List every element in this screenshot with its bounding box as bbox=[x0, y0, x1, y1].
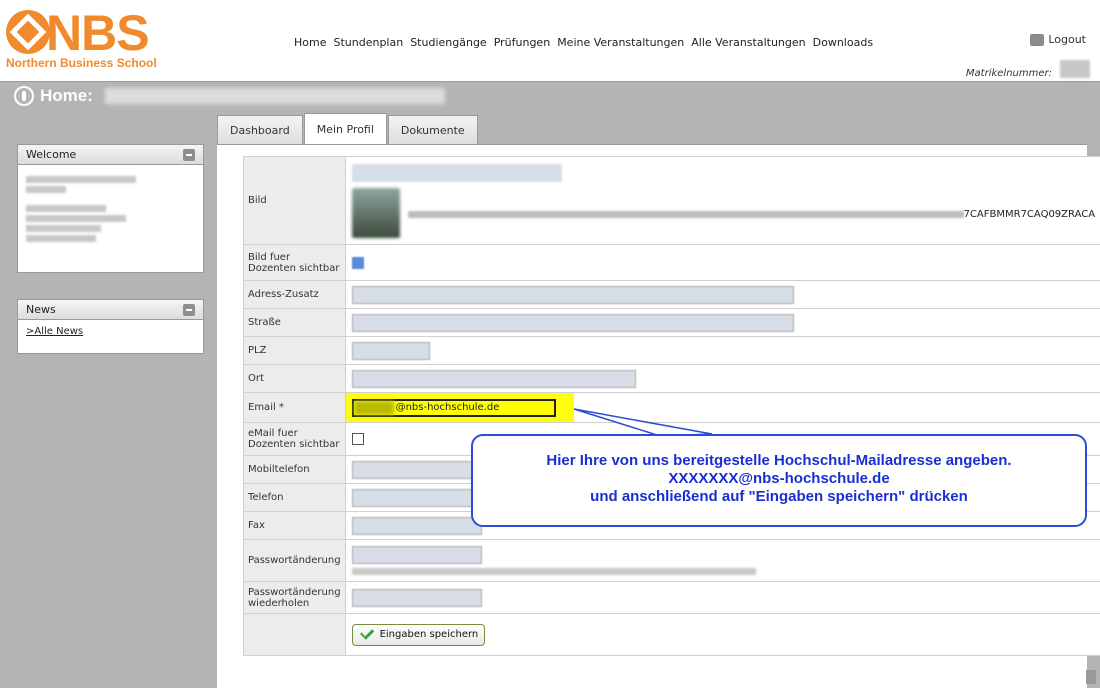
alle-news-link[interactable]: >Alle News bbox=[26, 326, 83, 337]
email-local-part-redacted bbox=[353, 400, 394, 415]
header: NBS Northern Business School Home Stunde… bbox=[0, 0, 1100, 82]
callout-line-2: XXXXXXX@nbs-hochschule.de bbox=[668, 470, 890, 487]
page-title-text: Home: bbox=[40, 86, 93, 105]
fax-input[interactable] bbox=[351, 516, 482, 535]
label-bild-sichtbar: Bild fuer Dozenten sichtbar bbox=[243, 244, 346, 281]
bild-cell: 7CAFBMMR7CAQ09ZRACA bbox=[344, 156, 1100, 245]
label-strasse: Straße bbox=[243, 308, 346, 337]
main-nav: Home Stundenplan Studiengänge Prüfungen … bbox=[294, 36, 873, 49]
plz-cell bbox=[344, 336, 1100, 365]
callout-line-1: Hier Ihre von uns bereitgestelle Hochsch… bbox=[546, 452, 1012, 469]
tab-dokumente[interactable]: Dokumente bbox=[387, 115, 478, 144]
mobil-input[interactable] bbox=[351, 460, 482, 479]
profile-tabs: Dashboard Mein Profil Dokumente bbox=[217, 113, 479, 144]
checkmark-icon bbox=[359, 629, 375, 641]
welcome-box: Welcome bbox=[17, 144, 204, 273]
label-mobil: Mobiltelefon bbox=[243, 455, 346, 484]
nav-alle-veranstaltungen[interactable]: Alle Veranstaltungen bbox=[691, 36, 805, 49]
label-passwort-wdh: Passwortänderung wiederholen bbox=[243, 581, 346, 614]
news-box-body: >Alle News bbox=[18, 320, 203, 341]
save-cell: Eingaben speichern bbox=[344, 613, 1100, 656]
tab-mein-profil[interactable]: Mein Profil bbox=[303, 113, 387, 144]
news-box: News >Alle News bbox=[17, 299, 204, 354]
profile-picture bbox=[351, 187, 400, 238]
profile-panel: Bild 7CAFBMMR7CAQ09ZRACA Bild fuer Dozen… bbox=[217, 144, 1100, 688]
label-bild: Bild bbox=[243, 156, 346, 245]
nav-meine-veranstaltungen[interactable]: Meine Veranstaltungen bbox=[557, 36, 684, 49]
nav-downloads[interactable]: Downloads bbox=[813, 36, 873, 49]
redacted-line bbox=[26, 205, 106, 212]
label-email: Email * bbox=[243, 392, 346, 423]
callout-line-3: und anschließend auf "Eingaben speichern… bbox=[590, 488, 968, 505]
news-box-title: News bbox=[26, 303, 56, 316]
file-upload-redacted[interactable] bbox=[351, 163, 562, 182]
strasse-cell bbox=[344, 308, 1100, 337]
label-plz: PLZ bbox=[243, 336, 346, 365]
nav-pruefungen[interactable]: Prüfungen bbox=[494, 36, 550, 49]
minimize-icon[interactable] bbox=[183, 303, 195, 316]
info-icon bbox=[14, 86, 34, 106]
tab-dashboard[interactable]: Dashboard bbox=[217, 115, 303, 144]
welcome-box-body bbox=[18, 165, 203, 253]
label-fax: Fax bbox=[243, 511, 346, 540]
image-code: 7CAFBMMR7CAQ09ZRACA bbox=[407, 209, 1095, 220]
redacted-line bbox=[26, 235, 96, 242]
telefon-input[interactable] bbox=[351, 488, 482, 507]
label-ort: Ort bbox=[243, 364, 346, 393]
label-telefon: Telefon bbox=[243, 483, 346, 512]
bild-sichtbar-cell bbox=[344, 244, 1100, 281]
plz-input[interactable] bbox=[351, 341, 430, 360]
redacted-line bbox=[26, 176, 136, 183]
page-title: Home: bbox=[14, 86, 445, 106]
instruction-callout: Hier Ihre von uns bereitgestelle Hochsch… bbox=[471, 434, 1087, 527]
logo-subtitle: Northern Business School bbox=[6, 56, 157, 70]
nav-home[interactable]: Home bbox=[294, 36, 326, 49]
passwort-wdh-cell bbox=[344, 581, 1100, 614]
logout-label: Logout bbox=[1048, 33, 1086, 46]
logout-button[interactable]: Logout bbox=[1030, 33, 1086, 46]
news-box-header: News bbox=[18, 300, 203, 320]
label-email-sichtbar: eMail fuer Dozenten sichtbar bbox=[243, 422, 346, 456]
logo-mark-icon bbox=[6, 10, 50, 54]
ort-input[interactable] bbox=[351, 369, 636, 388]
welcome-box-header: Welcome bbox=[18, 145, 203, 165]
passwort-cell bbox=[344, 539, 1100, 582]
adresszusatz-cell bbox=[344, 280, 1100, 309]
adresszusatz-input[interactable] bbox=[351, 285, 794, 304]
label-adresszusatz: Adress-Zusatz bbox=[243, 280, 346, 309]
bild-sichtbar-checkbox[interactable] bbox=[351, 256, 364, 269]
logout-icon bbox=[1030, 33, 1045, 46]
label-passwort: Passwortänderung bbox=[243, 539, 346, 582]
save-button[interactable]: Eingaben speichern bbox=[351, 623, 486, 646]
matrikel-value-redacted bbox=[1060, 60, 1090, 78]
scrollbar-corner[interactable] bbox=[1086, 670, 1096, 684]
email-sichtbar-checkbox[interactable] bbox=[351, 433, 364, 445]
nav-stundenplan[interactable]: Stundenplan bbox=[333, 36, 403, 49]
page-title-redacted bbox=[104, 88, 445, 104]
profile-form: Bild 7CAFBMMR7CAQ09ZRACA Bild fuer Dozen… bbox=[243, 156, 1100, 656]
passwort-input[interactable] bbox=[351, 546, 482, 564]
image-code-redacted bbox=[407, 210, 964, 218]
email-cell: @nbs-hochschule.de bbox=[344, 392, 1100, 423]
passwort-wdh-input[interactable] bbox=[351, 588, 482, 607]
redacted-line bbox=[26, 186, 66, 193]
logo-text: NBS bbox=[46, 5, 150, 61]
redacted-line bbox=[26, 225, 101, 232]
ort-cell bbox=[344, 364, 1100, 393]
email-input[interactable]: @nbs-hochschule.de bbox=[351, 398, 556, 417]
welcome-box-title: Welcome bbox=[26, 148, 77, 161]
minimize-icon[interactable] bbox=[183, 148, 195, 161]
strasse-input[interactable] bbox=[351, 313, 794, 332]
nav-studiengaenge[interactable]: Studiengänge bbox=[410, 36, 487, 49]
nbs-logo[interactable]: NBS Northern Business School bbox=[6, 5, 157, 72]
matrikel-label: Matrikelnummer: bbox=[965, 68, 1052, 79]
passwort-hint-redacted bbox=[351, 568, 756, 575]
redacted-line bbox=[26, 215, 126, 222]
